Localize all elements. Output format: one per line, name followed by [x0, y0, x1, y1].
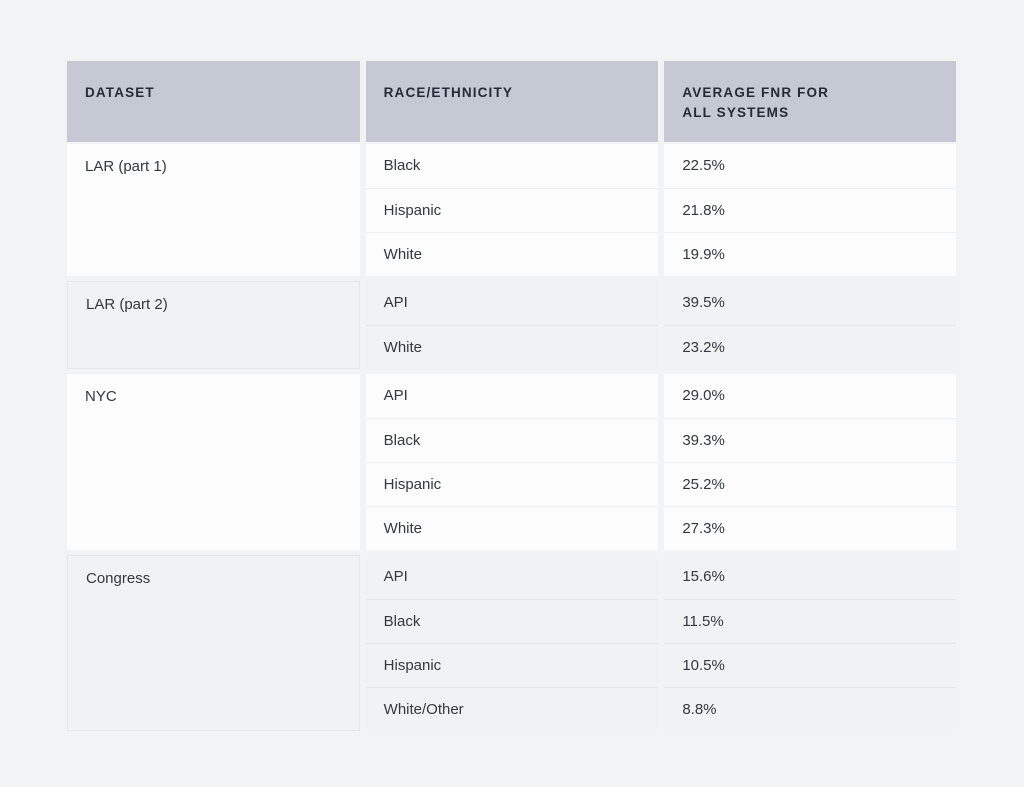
average-fnr-cell: 23.2% — [664, 325, 956, 370]
average-fnr-cell: 8.8% — [664, 687, 956, 732]
average-fnr-cell: 27.3% — [664, 506, 956, 551]
table-row: LAR (part 2) API 39.5% — [67, 281, 956, 370]
average-fnr-cell: 15.6% — [664, 555, 956, 600]
column-header-average-fnr: AVERAGE FNR FOR ALL SYSTEMS — [664, 61, 956, 143]
column-header-dataset: DATASET — [67, 61, 360, 143]
race-ethnicity-cell: Black — [365, 599, 659, 644]
average-fnr-cell: 10.5% — [664, 643, 956, 688]
table-header: DATASET RACE/ETHNICITY AVERAGE FNR FOR A… — [67, 61, 956, 143]
average-fnr-cell: 39.3% — [664, 418, 956, 463]
table-row: NYC API 29.0% — [67, 374, 956, 551]
race-ethnicity-cell: API — [365, 555, 659, 600]
column-header-race-ethnicity-label: RACE/ETHNICITY — [383, 85, 514, 100]
average-fnr-cell: 25.2% — [664, 462, 956, 507]
race-ethnicity-cell: Hispanic — [365, 188, 659, 233]
race-ethnicity-cell: API — [365, 374, 659, 419]
table-header-row: DATASET RACE/ETHNICITY AVERAGE FNR FOR A… — [67, 61, 956, 143]
dataset-group-cell: Congress — [67, 555, 360, 732]
dataset-group-cell: NYC — [67, 374, 360, 551]
column-header-dataset-label: DATASET — [85, 85, 155, 100]
race-ethnicity-cell: Hispanic — [365, 462, 659, 507]
column-header-average-fnr-line-2: ALL SYSTEMS — [682, 104, 790, 120]
race-ethnicity-cell: Hispanic — [365, 643, 659, 688]
table-row: Congress API 15.6% — [67, 555, 956, 732]
race-ethnicity-cell: White/Other — [365, 687, 659, 732]
dataset-group-cell: LAR (part 2) — [67, 281, 360, 370]
race-ethnicity-cell: Black — [365, 144, 659, 189]
race-ethnicity-cell: White — [365, 325, 659, 370]
column-header-race-ethnicity: RACE/ETHNICITY — [365, 61, 659, 143]
average-fnr-cell: 11.5% — [664, 599, 956, 644]
average-fnr-cell: 22.5% — [664, 144, 956, 189]
race-ethnicity-cell: API — [365, 281, 659, 326]
table-body: LAR (part 1) Black 22.5% Hispanic 21.8% White… — [67, 142, 956, 732]
fnr-table-container: DATASET RACE/ETHNICITY AVERAGE FNR FOR A… — [67, 61, 956, 732]
dataset-group-cell: LAR (part 1) — [67, 144, 360, 277]
column-header-average-fnr-line-1: AVERAGE FNR FOR — [682, 85, 830, 100]
average-fnr-cell: 21.8% — [664, 188, 956, 233]
race-ethnicity-cell: White — [365, 506, 659, 551]
average-fnr-cell: 19.9% — [664, 232, 956, 277]
average-fnr-cell: 29.0% — [664, 374, 956, 419]
race-ethnicity-cell: Black — [365, 418, 659, 463]
table-row: LAR (part 1) Black 22.5% — [67, 144, 956, 277]
average-fnr-cell: 39.5% — [664, 281, 956, 326]
average-fnr-table: DATASET RACE/ETHNICITY AVERAGE FNR FOR A… — [61, 61, 962, 732]
race-ethnicity-cell: White — [365, 232, 659, 277]
